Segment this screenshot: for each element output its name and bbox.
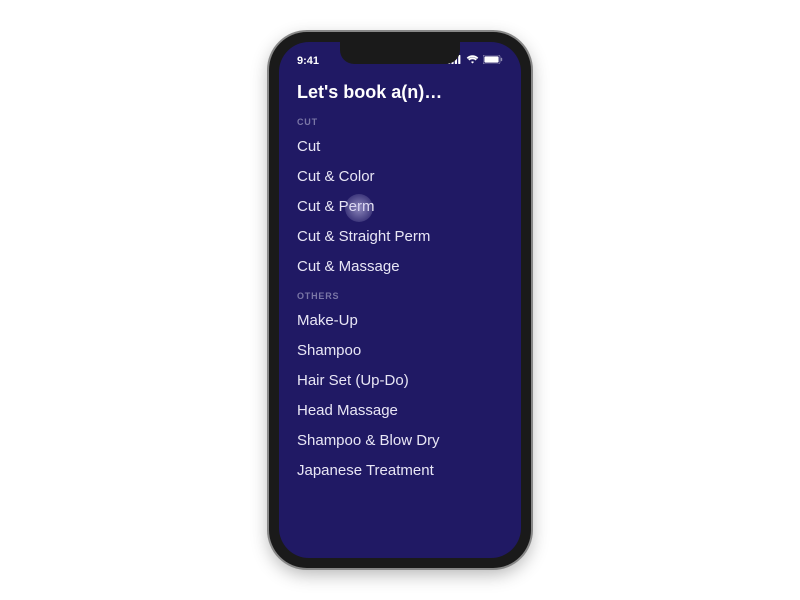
service-cut-massage[interactable]: Cut & Massage — [297, 251, 503, 281]
service-cut-perm[interactable]: Cut & Perm — [297, 191, 503, 221]
phone-device-frame: 9:41 — [269, 32, 531, 568]
wifi-icon — [466, 55, 479, 67]
service-shampoo[interactable]: Shampoo — [297, 335, 503, 365]
section-header-cut: CUT — [297, 117, 503, 127]
service-shampoo-blow-dry[interactable]: Shampoo & Blow Dry — [297, 425, 503, 455]
phone-notch — [340, 42, 460, 64]
service-make-up[interactable]: Make-Up — [297, 305, 503, 335]
service-head-massage[interactable]: Head Massage — [297, 395, 503, 425]
phone-screen: 9:41 — [279, 42, 521, 558]
booking-menu: Let's book a(n)… CUT Cut Cut & Color Cut… — [279, 72, 521, 485]
service-hair-set[interactable]: Hair Set (Up-Do) — [297, 365, 503, 395]
section-header-others: OTHERS — [297, 291, 503, 301]
service-cut-straight-perm[interactable]: Cut & Straight Perm — [297, 221, 503, 251]
page-title: Let's book a(n)… — [297, 82, 503, 103]
service-cut[interactable]: Cut — [297, 131, 503, 161]
battery-icon — [483, 55, 503, 67]
service-cut-color[interactable]: Cut & Color — [297, 161, 503, 191]
service-japanese-treatment[interactable]: Japanese Treatment — [297, 455, 503, 485]
